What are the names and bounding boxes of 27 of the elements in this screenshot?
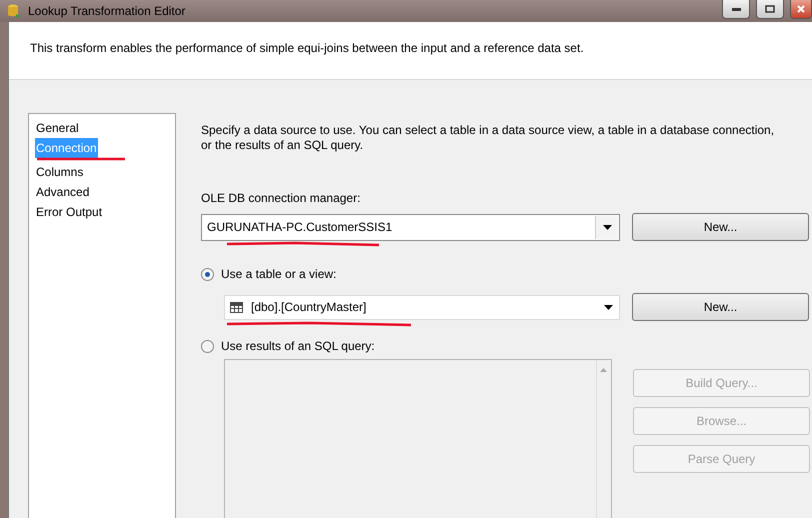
close-button[interactable] <box>790 0 812 19</box>
new-button[interactable]: New... <box>632 293 809 321</box>
table-dropdown[interactable]: [dbo].[CountryMaster] <box>224 294 620 320</box>
caret-icon <box>602 224 612 230</box>
window-title: Lookup Transformation Editor <box>28 4 186 18</box>
maximize-button[interactable] <box>756 0 784 19</box>
radio-button[interactable] <box>201 340 214 352</box>
field-label: OLE DB connection manager: <box>201 191 362 205</box>
scroll-up-icon <box>600 368 607 372</box>
connection-dropdown[interactable]: GURUNATHA-PC.CustomerSSIS1 <box>201 214 620 240</box>
minimize-button[interactable] <box>722 0 750 19</box>
radio-label: Use a table or a view: <box>221 267 336 281</box>
page-item[interactable]: Columns <box>35 162 84 182</box>
maximize-icon <box>765 5 775 13</box>
minimize-icon <box>732 8 740 10</box>
instruction-text: Specify a data source to use. You can select a table in a data source view, a table in a database connection, or the results of an SQL query. <box>201 123 776 153</box>
new-button[interactable]: New... <box>632 213 809 241</box>
page-item[interactable]: Error Output <box>35 202 104 222</box>
radio-label: Use results of an SQL query: <box>221 339 375 353</box>
page-item[interactable]: Advanced <box>35 182 90 202</box>
page-item[interactable]: General <box>35 118 80 138</box>
close-icon <box>797 5 805 13</box>
radio-button[interactable] <box>201 268 214 280</box>
caret-icon <box>604 304 613 310</box>
description-text: This transform enables the performance of simple equi-joins between the input and a reference data set. <box>30 41 584 55</box>
database-icon <box>6 3 22 19</box>
table-icon <box>230 302 243 312</box>
